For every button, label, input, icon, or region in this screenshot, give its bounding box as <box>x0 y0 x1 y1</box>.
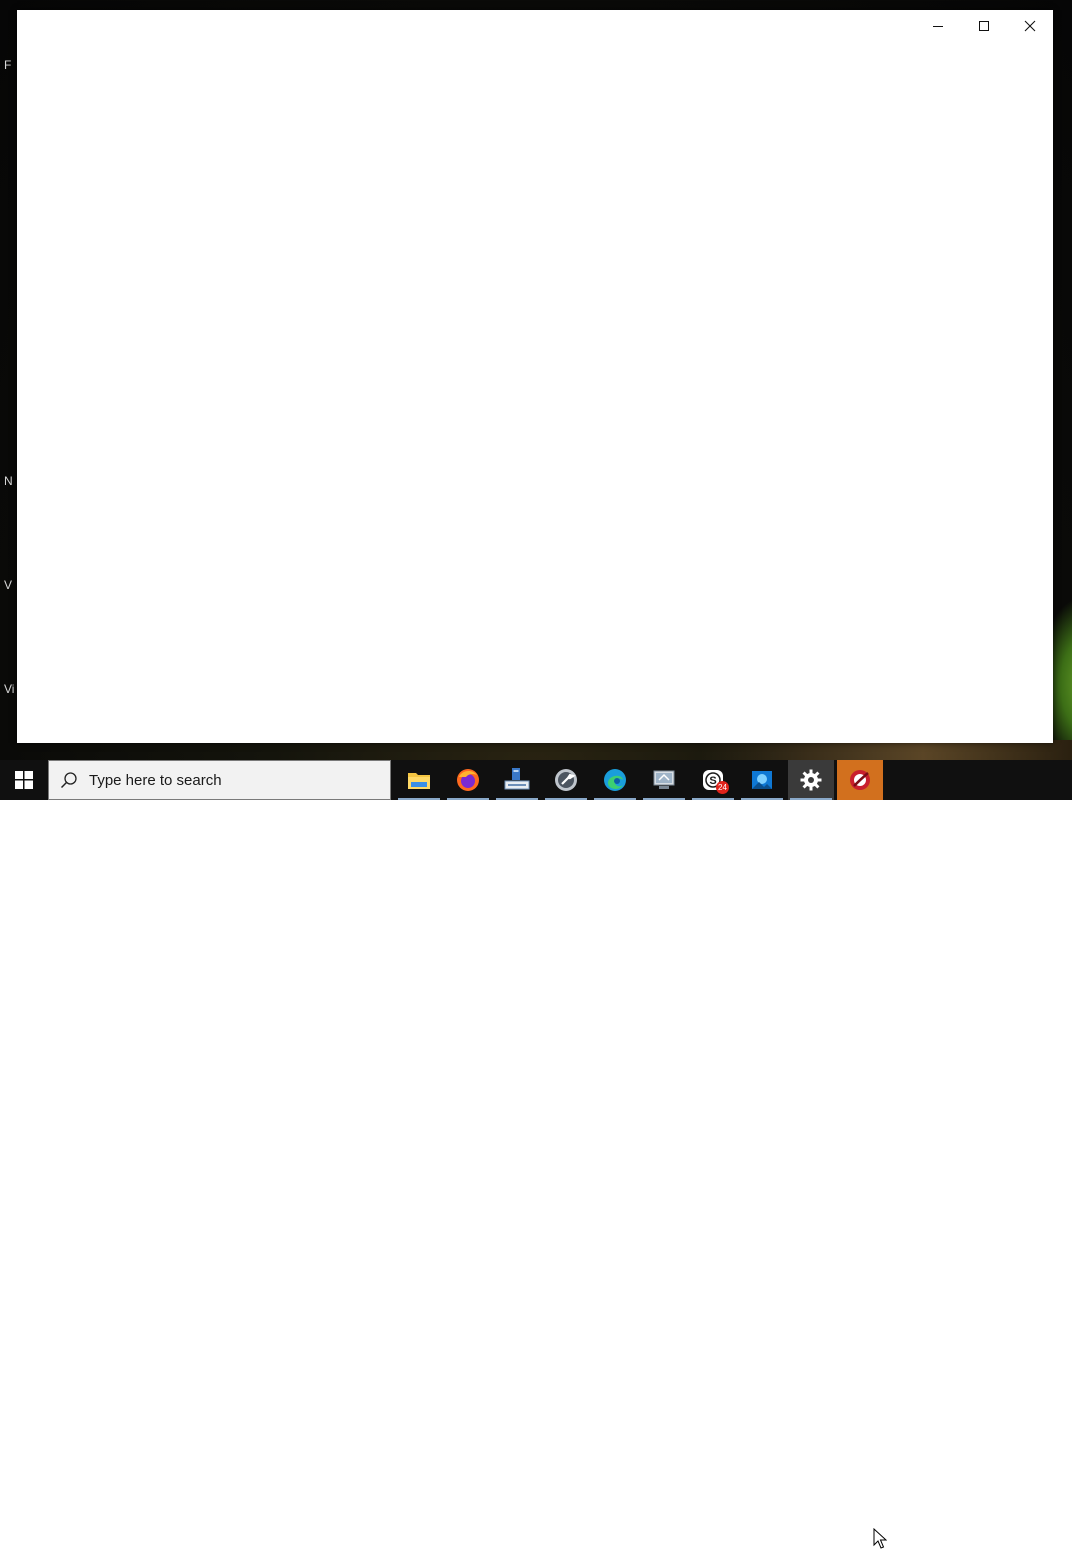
maximize-icon <box>979 20 989 31</box>
mouse-cursor-icon <box>873 1528 887 1549</box>
desktop-icon-label[interactable]: V <box>4 578 12 592</box>
wallpaper-ground <box>700 740 1072 760</box>
taskbar: Type here to search S 24 <box>0 760 1072 1549</box>
taskbar-app-firefox[interactable] <box>445 760 491 800</box>
search-placeholder: Type here to search <box>89 771 222 789</box>
taskbar-app-skype[interactable]: S 24 <box>690 760 736 800</box>
search-icon <box>49 761 89 799</box>
maximize-button[interactable] <box>961 10 1007 41</box>
start-button[interactable] <box>0 760 48 800</box>
edge-icon <box>604 769 626 791</box>
taskbar-app-network[interactable] <box>494 760 540 800</box>
app-window <box>17 10 1053 743</box>
taskbar-app-settings[interactable] <box>788 760 834 800</box>
folder-icon <box>408 773 430 789</box>
minimize-icon <box>933 25 943 27</box>
network-computer-icon <box>504 768 530 790</box>
gear-icon <box>800 769 822 791</box>
remote-desktop-icon <box>653 770 675 789</box>
desktop-icon-label[interactable]: F <box>4 58 11 72</box>
close-button[interactable] <box>1007 10 1053 41</box>
notification-badge: 24 <box>716 781 729 794</box>
close-icon <box>1024 20 1036 31</box>
taskbar-app-edge[interactable] <box>592 760 638 800</box>
red-circle-app-icon <box>850 770 870 790</box>
desktop-icon-label[interactable]: Vi <box>4 682 14 696</box>
window-content-area <box>17 41 1053 743</box>
taskbar-app-file-explorer[interactable] <box>396 760 442 800</box>
desktop-icon-label[interactable]: N <box>4 474 13 488</box>
windows-logo-icon <box>15 771 33 789</box>
taskbar-app-remote-desktop[interactable] <box>641 760 687 800</box>
minimize-button[interactable] <box>915 10 961 41</box>
taskbar-app-tools[interactable] <box>543 760 589 800</box>
photos-icon <box>752 771 772 789</box>
taskbar-app-red[interactable] <box>837 760 883 800</box>
wrench-tool-icon <box>555 769 577 791</box>
firefox-icon <box>457 769 479 791</box>
taskbar-app-photos[interactable] <box>739 760 785 800</box>
title-bar[interactable] <box>17 10 1053 41</box>
search-box[interactable]: Type here to search <box>48 760 391 800</box>
